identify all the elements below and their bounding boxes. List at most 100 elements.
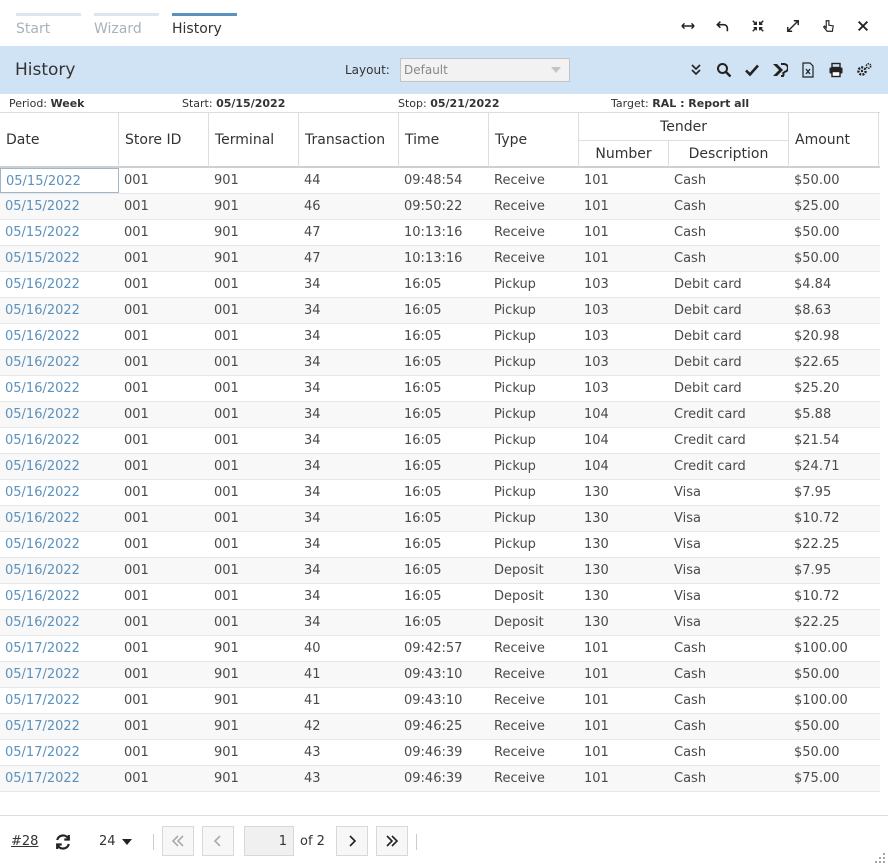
cell-terminal[interactable]: 001 xyxy=(209,506,299,531)
cell-terminal[interactable]: 901 xyxy=(209,766,299,791)
cell-time[interactable]: 09:48:54 xyxy=(399,168,489,193)
cell-store-id[interactable]: 001 xyxy=(119,168,209,193)
column-header-transaction[interactable]: Transaction xyxy=(299,113,399,167)
cell-store-id[interactable]: 001 xyxy=(119,584,209,609)
cell-amount[interactable]: $4.84 xyxy=(789,272,879,297)
cell-amount[interactable]: $22.25 xyxy=(789,532,879,557)
table-row[interactable]: 05/16/2022 001 001 34 16:05 Pickup 103 Debit ca… xyxy=(0,272,880,298)
cell-transaction[interactable]: 34 xyxy=(299,454,399,479)
cell-terminal[interactable]: 001 xyxy=(209,376,299,401)
cell-type[interactable]: Pickup xyxy=(489,532,579,557)
print-icon[interactable] xyxy=(822,60,850,80)
cell-type[interactable]: Deposit xyxy=(489,558,579,583)
cell-time[interactable]: 16:05 xyxy=(399,610,489,635)
check-icon[interactable] xyxy=(738,60,766,80)
search-icon[interactable] xyxy=(710,60,738,80)
cell-transaction[interactable]: 34 xyxy=(299,376,399,401)
cell-tender-number[interactable]: 103 xyxy=(579,272,669,297)
cell-terminal[interactable]: 901 xyxy=(209,636,299,661)
cell-amount[interactable]: $5.88 xyxy=(789,402,879,427)
cell-terminal[interactable]: 901 xyxy=(209,662,299,687)
cell-time[interactable]: 09:46:25 xyxy=(399,714,489,739)
cell-store-id[interactable]: 001 xyxy=(119,558,209,583)
cell-type[interactable]: Pickup xyxy=(489,454,579,479)
cell-tender-number[interactable]: 101 xyxy=(579,220,669,245)
cell-transaction[interactable]: 34 xyxy=(299,428,399,453)
cell-amount[interactable]: $7.95 xyxy=(789,558,879,583)
cell-amount[interactable]: $22.25 xyxy=(789,610,879,635)
pointer-icon[interactable] xyxy=(810,16,845,36)
cell-date[interactable]: 05/15/2022 xyxy=(0,246,119,271)
cell-store-id[interactable]: 001 xyxy=(119,714,209,739)
tab-start[interactable]: Start xyxy=(16,13,81,46)
cell-time[interactable]: 16:05 xyxy=(399,350,489,375)
cell-type[interactable]: Receive xyxy=(489,714,579,739)
cell-tender-number[interactable]: 101 xyxy=(579,714,669,739)
cell-type[interactable]: Pickup xyxy=(489,402,579,427)
layout-select[interactable]: Default xyxy=(400,58,570,82)
cell-terminal[interactable]: 901 xyxy=(209,688,299,713)
cell-tender-number[interactable]: 130 xyxy=(579,532,669,557)
cell-tender-number[interactable]: 104 xyxy=(579,428,669,453)
cell-store-id[interactable]: 001 xyxy=(119,428,209,453)
cell-transaction[interactable]: 41 xyxy=(299,688,399,713)
tab-wizard[interactable]: Wizard xyxy=(94,13,159,46)
cell-time[interactable]: 16:05 xyxy=(399,480,489,505)
cell-type[interactable]: Receive xyxy=(489,766,579,791)
first-page-button[interactable] xyxy=(162,826,194,856)
table-row[interactable]: 05/15/2022 001 901 46 09:50:22 Receive 101 Cash… xyxy=(0,194,880,220)
cell-time[interactable]: 16:05 xyxy=(399,506,489,531)
cell-terminal[interactable]: 001 xyxy=(209,532,299,557)
cell-time[interactable]: 16:05 xyxy=(399,428,489,453)
cell-tender-description[interactable]: Credit card xyxy=(669,428,789,453)
cell-tender-description[interactable]: Cash xyxy=(669,714,789,739)
cell-date[interactable]: 05/15/2022 xyxy=(0,220,119,245)
cell-transaction[interactable]: 47 xyxy=(299,220,399,245)
cell-time[interactable]: 16:05 xyxy=(399,402,489,427)
cell-tender-number[interactable]: 101 xyxy=(579,194,669,219)
table-row[interactable]: 05/16/2022 001 001 34 16:05 Pickup 130 Visa $7.9… xyxy=(0,480,880,506)
cell-tender-description[interactable]: Cash xyxy=(669,766,789,791)
cell-tender-description[interactable]: Visa xyxy=(669,558,789,583)
cell-type[interactable]: Deposit xyxy=(489,584,579,609)
table-row[interactable]: 05/16/2022 001 001 34 16:05 Pickup 130 Visa $22.… xyxy=(0,532,880,558)
cell-type[interactable]: Pickup xyxy=(489,350,579,375)
cell-date[interactable]: 05/16/2022 xyxy=(0,324,119,349)
cell-store-id[interactable]: 001 xyxy=(119,480,209,505)
cell-time[interactable]: 16:05 xyxy=(399,584,489,609)
column-header-amount[interactable]: Amount xyxy=(789,113,879,167)
cell-type[interactable]: Receive xyxy=(489,688,579,713)
cell-transaction[interactable]: 41 xyxy=(299,662,399,687)
table-row[interactable]: 05/16/2022 001 001 34 16:05 Pickup 130 Visa $10.… xyxy=(0,506,880,532)
cell-tender-description[interactable]: Debit card xyxy=(669,298,789,323)
cell-amount[interactable]: $50.00 xyxy=(789,714,879,739)
cell-terminal[interactable]: 001 xyxy=(209,272,299,297)
cell-date[interactable]: 05/16/2022 xyxy=(0,272,119,297)
cell-terminal[interactable]: 001 xyxy=(209,558,299,583)
cell-store-id[interactable]: 001 xyxy=(119,324,209,349)
cell-terminal[interactable]: 901 xyxy=(209,194,299,219)
cell-tender-number[interactable]: 101 xyxy=(579,688,669,713)
cell-tender-description[interactable]: Credit card xyxy=(669,402,789,427)
undo-icon[interactable] xyxy=(705,16,740,36)
cell-terminal[interactable]: 001 xyxy=(209,480,299,505)
cell-store-id[interactable]: 001 xyxy=(119,194,209,219)
cell-tender-description[interactable]: Cash xyxy=(669,246,789,271)
cell-tender-number[interactable]: 101 xyxy=(579,636,669,661)
cell-amount[interactable]: $22.65 xyxy=(789,350,879,375)
cell-terminal[interactable]: 901 xyxy=(209,168,299,193)
cell-tender-number[interactable]: 101 xyxy=(579,246,669,271)
cell-transaction[interactable]: 34 xyxy=(299,480,399,505)
cell-transaction[interactable]: 46 xyxy=(299,194,399,219)
cell-store-id[interactable]: 001 xyxy=(119,740,209,765)
cell-type[interactable]: Pickup xyxy=(489,376,579,401)
cell-tender-description[interactable]: Debit card xyxy=(669,272,789,297)
cell-amount[interactable]: $100.00 xyxy=(789,688,879,713)
cell-type[interactable]: Pickup xyxy=(489,506,579,531)
cell-tender-description[interactable]: Visa xyxy=(669,506,789,531)
cell-terminal[interactable]: 001 xyxy=(209,402,299,427)
table-row[interactable]: 05/17/2022 001 901 40 09:42:57 Receive 101 Cash… xyxy=(0,636,880,662)
cell-date[interactable]: 05/16/2022 xyxy=(0,454,119,479)
cell-amount[interactable]: $10.72 xyxy=(789,584,879,609)
table-row[interactable]: 05/16/2022 001 001 34 16:05 Pickup 104 Credit c… xyxy=(0,428,880,454)
